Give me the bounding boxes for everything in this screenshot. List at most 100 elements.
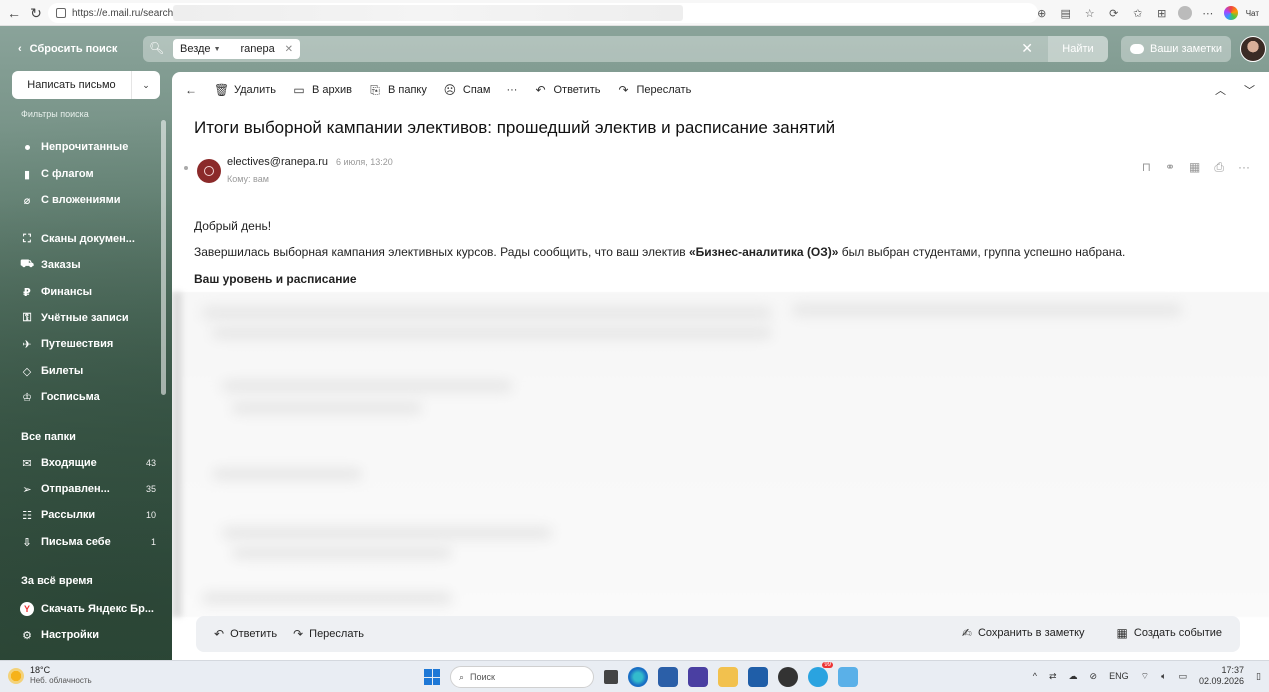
unread-dot-icon[interactable] bbox=[184, 166, 188, 170]
volume-icon[interactable]: 🔈︎ bbox=[1161, 671, 1166, 682]
app-icon-blue[interactable] bbox=[838, 667, 858, 687]
cloud-icon[interactable]: ☁ bbox=[1069, 671, 1078, 682]
elective-name: «Бизнес-аналитика (ОЗ)» bbox=[689, 245, 839, 259]
delete-button[interactable]: 🗑︎ Удалить bbox=[214, 83, 276, 97]
chevron-down-icon[interactable]: ﹀ bbox=[1244, 82, 1255, 98]
more-button[interactable]: ··· bbox=[506, 84, 517, 96]
battery-icon[interactable]: ▭ bbox=[1178, 671, 1187, 682]
search-query: ranepa bbox=[240, 43, 275, 55]
star-icon[interactable]: ☆ bbox=[1082, 5, 1098, 21]
notifications-icon[interactable]: ▯ bbox=[1256, 671, 1261, 682]
create-event-button[interactable]: ▦ Создать событие bbox=[1117, 626, 1222, 640]
reset-search-button[interactable]: ‹ Сбросить поиск bbox=[18, 38, 117, 60]
address-bar[interactable]: https://e.mail.ru/search/in bbox=[48, 3, 1038, 23]
sender-email[interactable]: electives@ranepa.ru bbox=[227, 156, 328, 168]
reply-bottom-button[interactable]: ↶ Ответить bbox=[214, 627, 277, 641]
folder-count: 43 bbox=[145, 458, 156, 468]
redacted-content bbox=[172, 292, 1269, 617]
temperature: 18°C bbox=[30, 665, 51, 675]
chevron-up-icon[interactable]: ^ bbox=[1033, 671, 1037, 681]
copilot-icon[interactable] bbox=[1223, 6, 1238, 20]
back-button[interactable]: ← bbox=[184, 83, 198, 97]
spam-button[interactable]: ☹ Спам bbox=[443, 83, 491, 97]
reply-button[interactable]: ↶ Ответить bbox=[533, 83, 600, 97]
search-scope-dropdown[interactable]: Везде ▼ bbox=[180, 43, 221, 55]
weather-widget[interactable]: 18°C Неб. облачность bbox=[8, 665, 92, 686]
emblem-icon: ♔ bbox=[22, 391, 32, 404]
telegram-icon[interactable]: 99 bbox=[808, 662, 833, 687]
outlook-icon[interactable] bbox=[748, 667, 768, 687]
category-orders[interactable]: ⛟ Заказы bbox=[20, 255, 160, 275]
edge-icon[interactable] bbox=[628, 667, 648, 687]
chevron-down-icon[interactable]: ⌄ bbox=[132, 71, 160, 99]
folder-inbox[interactable]: ✉ Входящие 43 bbox=[20, 453, 160, 473]
zoom-icon[interactable]: ⊕ bbox=[1034, 5, 1050, 21]
search-chip[interactable]: Везде ▼ ranepa ✕ bbox=[173, 39, 300, 59]
search-bar[interactable]: 🔍︎ Везде ▼ ranepa ✕ ✕ Найти bbox=[143, 36, 1108, 62]
app-icon[interactable] bbox=[688, 667, 708, 687]
file-explorer-icon[interactable] bbox=[718, 667, 738, 687]
menu-dots-icon[interactable]: ⋯ bbox=[1200, 5, 1216, 21]
folder-move-icon: ⎘ bbox=[370, 82, 380, 97]
network-adapter-icon[interactable]: ⇄ bbox=[1049, 671, 1057, 682]
folder-newsletters[interactable]: ☷ Рассылки 10 bbox=[20, 505, 160, 525]
filter-attachments[interactable]: ⌀ С вложениями bbox=[20, 190, 160, 210]
user-avatar[interactable] bbox=[1240, 36, 1266, 62]
wifi-icon[interactable]: ⌔ bbox=[1141, 671, 1149, 682]
settings-link[interactable]: ⚙ Настройки bbox=[20, 625, 160, 645]
back-arrow-icon[interactable]: ← bbox=[2, 1, 26, 25]
windows-start-icon[interactable] bbox=[424, 669, 440, 685]
bookmark-icon[interactable]: ⊓ bbox=[1142, 160, 1151, 175]
sync-icon[interactable]: ⟳ bbox=[1106, 5, 1122, 21]
chat-label[interactable]: Чат bbox=[1246, 9, 1259, 18]
archive-label: В архив bbox=[312, 84, 352, 96]
forward-bottom-button[interactable]: ↷ Переслать bbox=[293, 627, 364, 641]
store-icon[interactable] bbox=[658, 667, 678, 687]
notes-button[interactable]: Ваши заметки bbox=[1121, 36, 1231, 62]
category-finance[interactable]: ₽ Финансы bbox=[20, 282, 160, 302]
sidebar-item-label: Финансы bbox=[41, 286, 93, 298]
forward-button[interactable]: ↷ Переслать bbox=[617, 83, 691, 97]
category-accounts[interactable]: ⚿ Учётные записи bbox=[20, 308, 160, 328]
folder-self[interactable]: ⇩ Письма себе 1 bbox=[20, 532, 160, 552]
pen-icon: ✍ bbox=[961, 626, 972, 640]
archive-button[interactable]: ▭ В архив bbox=[292, 83, 352, 97]
filter-unread[interactable]: Непрочитанные bbox=[20, 137, 160, 157]
yandex-browser-promo[interactable]: Y Скачать Яндекс Бр... bbox=[20, 599, 160, 619]
category-scans[interactable]: ⛶ Сканы докумен... bbox=[20, 229, 160, 249]
compose-button[interactable]: Написать письмо bbox=[12, 71, 132, 99]
link-icon[interactable]: ⚭ bbox=[1165, 160, 1175, 175]
category-gov-mail[interactable]: ♔ Госписьма bbox=[20, 387, 160, 407]
profile-avatar[interactable] bbox=[1177, 6, 1192, 20]
sidebar-item-label: Учётные записи bbox=[41, 312, 129, 324]
sync-icon[interactable]: ⊘ bbox=[1090, 671, 1098, 682]
calendar-icon[interactable]: ▦ bbox=[1189, 160, 1200, 175]
sender-avatar[interactable] bbox=[197, 159, 221, 183]
reload-icon[interactable]: ↻ bbox=[24, 1, 48, 25]
language-indicator[interactable]: ENG bbox=[1109, 671, 1129, 681]
reader-icon[interactable]: ▤ bbox=[1058, 5, 1074, 21]
search-submit-button[interactable]: Найти bbox=[1048, 36, 1108, 62]
move-button[interactable]: ⎘ В папку bbox=[368, 83, 427, 98]
clear-search-icon[interactable]: ✕ bbox=[1021, 40, 1033, 57]
collections-icon[interactable]: ⊞ bbox=[1154, 5, 1170, 21]
favorites-icon[interactable]: ✩ bbox=[1130, 5, 1146, 21]
sidebar-scrollbar[interactable] bbox=[161, 120, 166, 395]
close-icon[interactable]: ✕ bbox=[285, 44, 293, 55]
folder-sent[interactable]: ➢ Отправлен... 35 bbox=[20, 479, 160, 499]
app-icon-dark[interactable] bbox=[778, 667, 798, 687]
schedule-section-title: Ваш уровень и расписание bbox=[194, 272, 357, 286]
taskbar-search[interactable]: ⌕ Поиск bbox=[450, 666, 594, 688]
category-tickets[interactable]: ◇ Билеты bbox=[20, 361, 160, 381]
chevron-up-icon[interactable]: ︿ bbox=[1215, 82, 1226, 98]
clock[interactable]: 17:37 02.09.2026 bbox=[1199, 665, 1244, 687]
save-note-button[interactable]: ✍ Сохранить в заметку bbox=[962, 626, 1085, 640]
more-dots-icon[interactable]: ··· bbox=[1238, 160, 1250, 175]
category-travel[interactable]: ✈ Путешествия bbox=[20, 334, 160, 354]
task-view-icon[interactable] bbox=[604, 670, 618, 684]
reply-icon: ↶ bbox=[535, 83, 546, 97]
filter-flagged[interactable]: ▮ С флагом bbox=[20, 164, 160, 184]
message-toolbar: ← 🗑︎ Удалить ▭ В архив ⎘ В папку ☹ Спам … bbox=[172, 72, 1269, 108]
windows-taskbar: 18°C Неб. облачность ⌕ Поиск 99 ^ ⇄ ☁ ⊘ … bbox=[0, 660, 1269, 692]
print-icon[interactable]: ⎙ bbox=[1214, 160, 1224, 175]
